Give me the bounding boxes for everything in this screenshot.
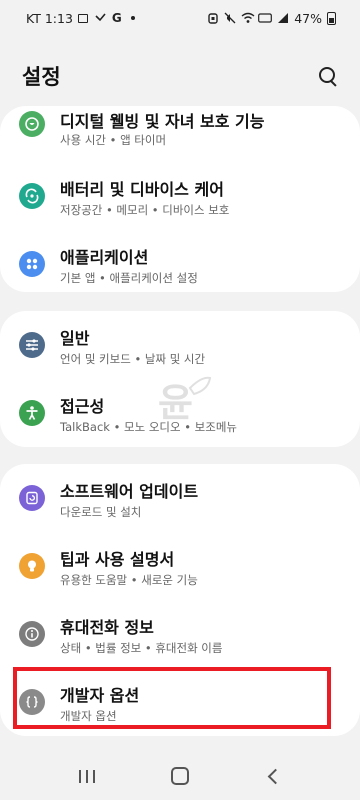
volte-icon bbox=[258, 12, 273, 24]
list-item-digital-wellbeing[interactable]: 디지털 웰빙 및 자녀 보호 기능 사용 시간 • 앱 타이머 bbox=[0, 106, 360, 162]
device-care-icon bbox=[19, 183, 45, 209]
mute-icon bbox=[224, 12, 236, 24]
list-item-software-update[interactable]: 소프트웨어 업데이트 다운로드 및 설치 bbox=[0, 464, 360, 532]
item-subtitle: 기본 앱 • 애플리케이션 설정 bbox=[60, 271, 198, 285]
signal-icon bbox=[277, 12, 289, 24]
settings-card-1: 디지털 웰빙 및 자녀 보호 기능 사용 시간 • 앱 타이머 배터리 및 디바… bbox=[0, 106, 360, 292]
battery-icon bbox=[327, 11, 336, 25]
item-title: 애플리케이션 bbox=[60, 248, 149, 267]
watermark-logo: 윤 bbox=[150, 368, 212, 430]
status-left: KT 1:13 G bbox=[26, 11, 139, 26]
tips-icon bbox=[19, 553, 45, 579]
item-title: 배터리 및 디바이스 케어 bbox=[60, 180, 224, 199]
header: 설정 bbox=[0, 56, 360, 96]
apps-icon bbox=[19, 251, 45, 277]
navigation-bar bbox=[0, 752, 360, 800]
gallery-icon bbox=[77, 12, 90, 24]
notification-dot-icon bbox=[127, 12, 139, 24]
general-management-icon bbox=[19, 332, 45, 358]
item-title: 일반 bbox=[60, 329, 90, 348]
list-item-phone-info[interactable]: 휴대전화 정보 상태 • 법률 정보 • 휴대전화 이름 bbox=[0, 600, 360, 668]
search-icon[interactable] bbox=[316, 64, 340, 88]
recent-apps-icon[interactable] bbox=[72, 761, 102, 791]
item-subtitle: 저장공간 • 메모리 • 디바이스 보호 bbox=[60, 203, 230, 217]
home-icon[interactable] bbox=[165, 761, 195, 791]
developer-options-highlight bbox=[13, 667, 331, 729]
item-title: 휴대전화 정보 bbox=[60, 618, 154, 637]
status-bar: KT 1:13 G 47% bbox=[0, 0, 360, 36]
page-title: 설정 bbox=[22, 65, 61, 89]
item-subtitle: 상태 • 법률 정보 • 휴대전화 이름 bbox=[60, 641, 223, 655]
item-title: 소프트웨어 업데이트 bbox=[60, 482, 199, 501]
list-item-tips-user-manual[interactable]: 팁과 사용 설명서 유용한 도움말 • 새로운 기능 bbox=[0, 532, 360, 600]
list-item-applications[interactable]: 애플리케이션 기본 앱 • 애플리케이션 설정 bbox=[0, 230, 360, 292]
item-title: 팁과 사용 설명서 bbox=[60, 550, 175, 569]
software-update-icon bbox=[19, 485, 45, 511]
item-title: 접근성 bbox=[60, 397, 105, 416]
wifi-icon bbox=[241, 12, 255, 24]
item-title: 디지털 웰빙 및 자녀 보호 기능 bbox=[60, 112, 265, 131]
battery-percent: 47% bbox=[294, 10, 322, 26]
item-subtitle: 언어 및 키보드 • 날짜 및 시간 bbox=[60, 352, 206, 366]
list-item-battery-device-care[interactable]: 배터리 및 디바이스 케어 저장공간 • 메모리 • 디바이스 보호 bbox=[0, 162, 360, 230]
item-subtitle: 사용 시간 • 앱 타이머 bbox=[60, 133, 167, 147]
carrier-time: KT 1:13 bbox=[26, 10, 73, 26]
item-subtitle: 유용한 도움말 • 새로운 기능 bbox=[60, 573, 198, 587]
status-right: 47% bbox=[207, 11, 336, 26]
accessibility-icon bbox=[19, 400, 45, 426]
alarm-icon bbox=[207, 12, 219, 24]
phone-info-icon bbox=[19, 621, 45, 647]
wellbeing-icon bbox=[19, 111, 45, 137]
item-subtitle: 다운로드 및 설치 bbox=[60, 505, 142, 519]
back-icon[interactable] bbox=[258, 761, 288, 791]
watermark-text: 윤 bbox=[158, 381, 193, 425]
google-icon: G bbox=[111, 11, 122, 25]
missed-call-icon bbox=[95, 12, 107, 24]
